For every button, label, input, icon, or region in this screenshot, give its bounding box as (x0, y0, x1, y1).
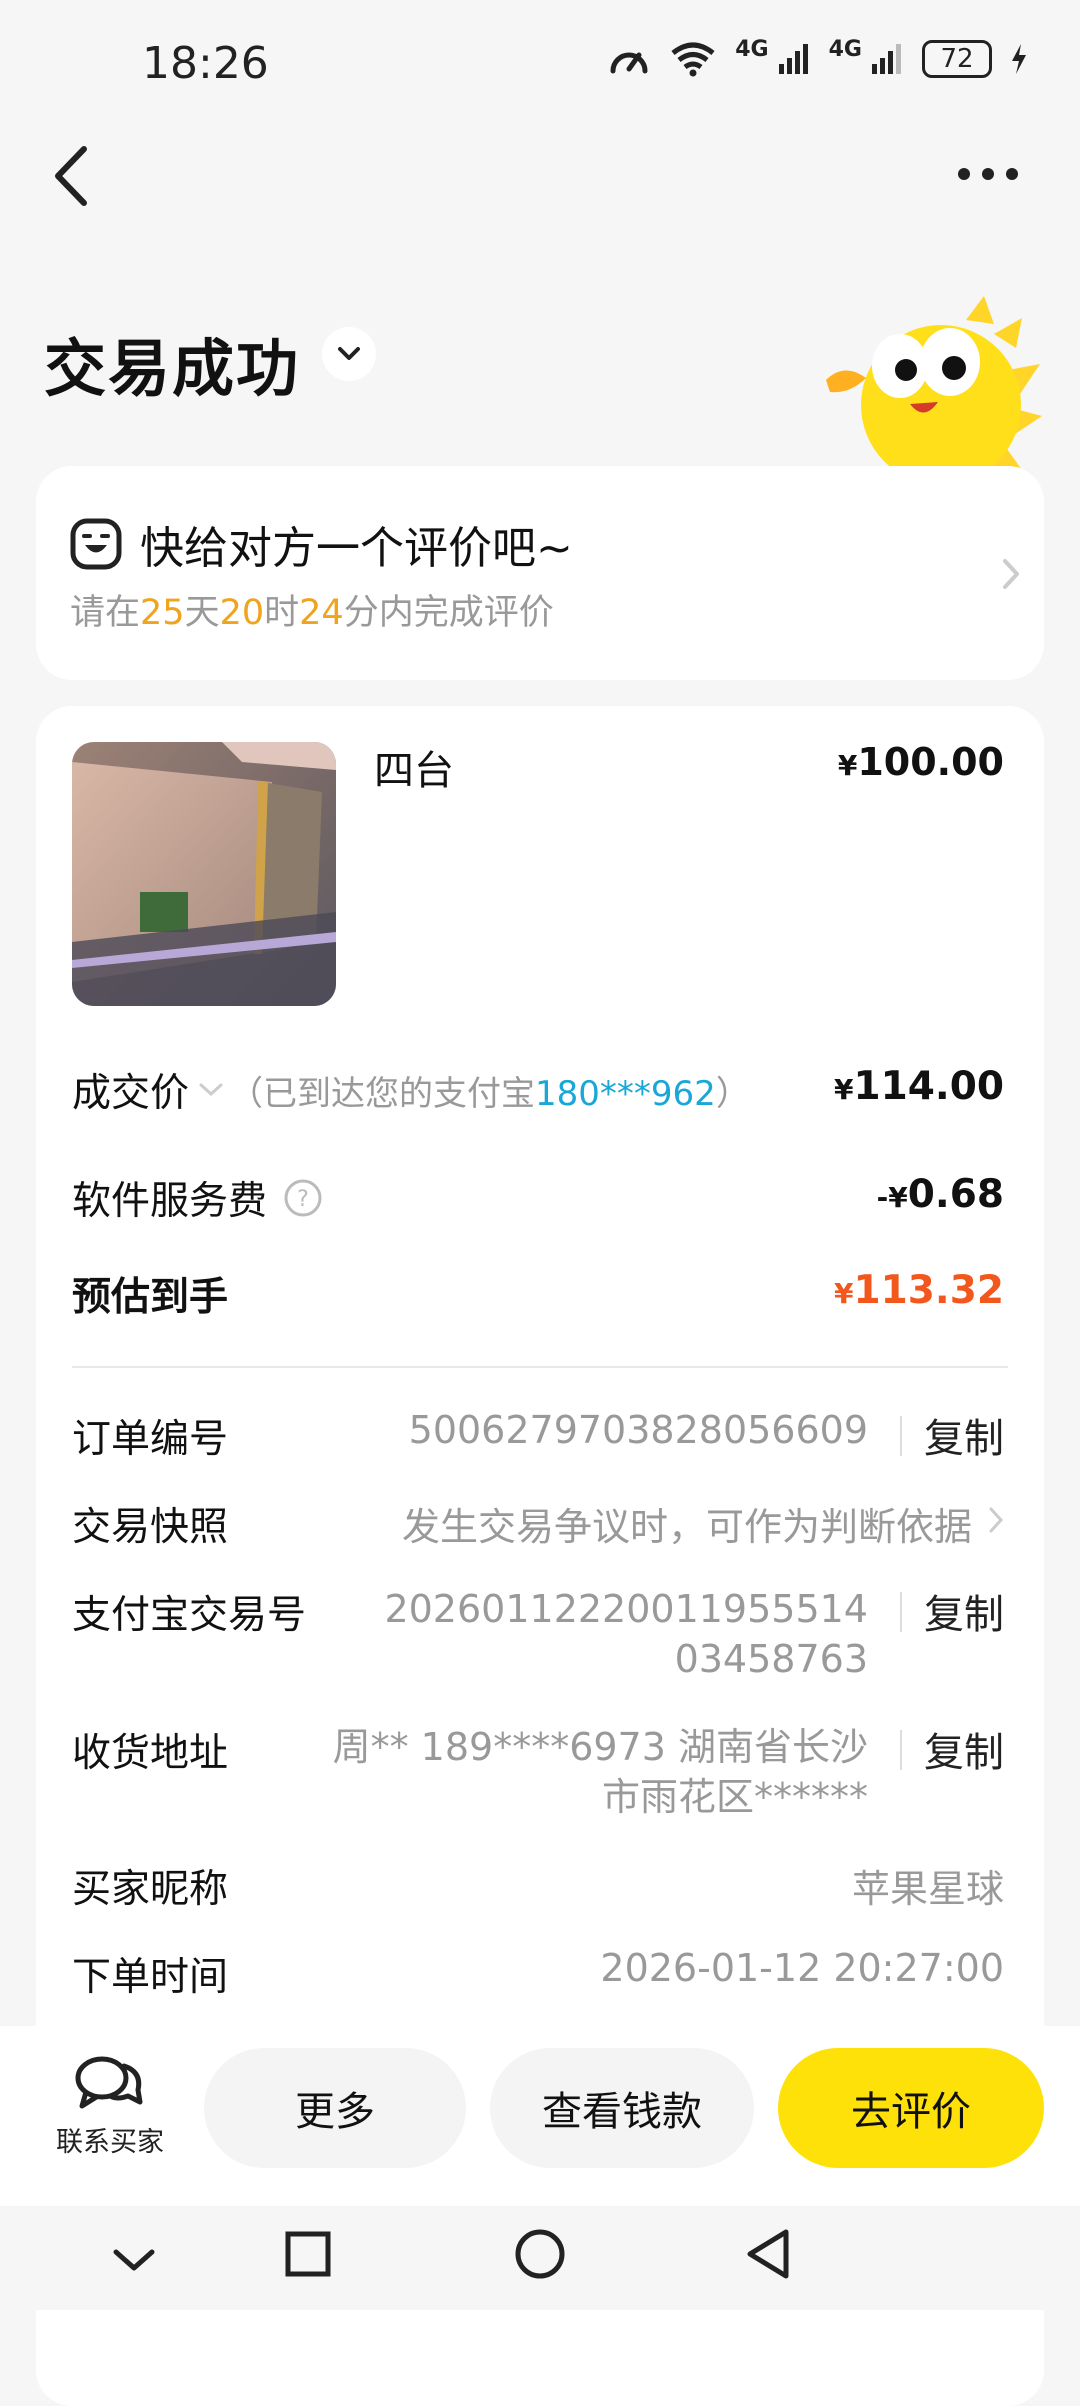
chat-bubble-icon (75, 2056, 143, 2109)
charging-icon (1012, 44, 1026, 74)
shipping-address-label: 收货地址 (72, 1731, 229, 1776)
back-arrow-icon (55, 146, 87, 206)
status-icons: 4G 4G 72 (607, 36, 1028, 78)
view-money-button[interactable]: 查看钱款 (490, 2048, 754, 2168)
nav-back-icon[interactable] (744, 2228, 792, 2280)
mascot-fish-icon (826, 296, 1042, 470)
snapshot-description[interactable]: 发生交易争议时，可作为判断依据 (402, 1496, 972, 1551)
network-label-1: 4G (735, 36, 769, 62)
contact-buyer-button[interactable]: 联系买家 (40, 2052, 180, 2159)
deal-note-prefix: （已到达您的支付宝 (229, 1073, 536, 1114)
speed-icon (610, 52, 648, 74)
nav-home-icon[interactable] (514, 2228, 566, 2280)
separator (900, 1592, 902, 1632)
service-fee-amount: 0.68 (907, 1172, 1004, 1217)
status-expand-button[interactable] (322, 327, 376, 381)
buyer-nickname-label: 买家昵称 (72, 1867, 229, 1912)
alipay-trade-line-2: 03458763 (674, 1637, 868, 1681)
help-icon[interactable]: ? (283, 1178, 323, 1218)
product-photo-graphic (72, 742, 336, 1006)
system-nav-bar (0, 2206, 1080, 2310)
address-line-2: 市雨花区****** (601, 1775, 868, 1819)
currency-symbol: ¥ (888, 1181, 908, 1214)
alipay-account-link[interactable]: 180***962 (535, 1074, 716, 1114)
alipay-trade-value: 20260112220011955514 03458763 (384, 1584, 868, 1684)
dot-icon (1006, 168, 1018, 180)
shipping-address-value: 周** 189****6973 湖南省长沙 市雨花区****** (333, 1722, 868, 1822)
more-options-button[interactable] (958, 168, 1018, 180)
copy-alipay-trade-button[interactable]: 复制 (924, 1582, 1004, 1640)
countdown-prefix: 请在 (70, 593, 141, 633)
chevron-down-icon (199, 1083, 223, 1097)
order-number-value: 5006279703828056609 (408, 1408, 868, 1452)
address-line-1: 周** 189****6973 湖南省长沙 (332, 1725, 868, 1769)
fee-sign: - (876, 1181, 889, 1214)
deal-price-label: 成交价 (72, 1071, 190, 1116)
order-number-label: 订单编号 (72, 1417, 229, 1462)
snapshot-label: 交易快照 (72, 1505, 229, 1550)
deal-price-note: （已到达您的支付宝180***962） (229, 1066, 750, 1115)
contact-buyer-label: 联系买家 (56, 2127, 164, 2158)
review-title: 快给对方一个评价吧~ (140, 523, 573, 574)
countdown-minutes: 24 (299, 593, 344, 633)
nav-recents-icon[interactable] (284, 2230, 332, 2278)
estimated-receive-amount: 113.32 (853, 1268, 1005, 1313)
alipay-trade-line-1: 20260112220011955514 (384, 1587, 868, 1631)
currency-symbol: ¥ (834, 1073, 854, 1106)
countdown-hours-unit: 时 (264, 593, 300, 633)
separator (900, 1416, 902, 1456)
nav-hide-icon[interactable] (112, 2246, 156, 2274)
separator (900, 1730, 902, 1770)
countdown-hours: 20 (219, 593, 265, 633)
product-image[interactable] (72, 742, 336, 1006)
service-fee-row: 软件服务费 ? (72, 1170, 323, 1226)
order-time-label: 下单时间 (72, 1955, 229, 2000)
deal-price-row[interactable]: 成交价 （已到达您的支付宝180***962） (72, 1062, 750, 1118)
estimated-receive-label: 预估到手 (72, 1275, 229, 1320)
more-button[interactable]: 更多 (204, 2048, 466, 2168)
currency-symbol: ¥ (837, 749, 858, 782)
countdown-suffix: 分内完成评价 (343, 593, 554, 633)
smiley-face-icon (70, 518, 122, 570)
network-label-2: 4G (828, 36, 862, 62)
go-review-button[interactable]: 去评价 (778, 2048, 1044, 2168)
deal-price-value: ¥114.00 (834, 1064, 1004, 1109)
signal-icon-1 (778, 44, 808, 74)
divider (72, 1366, 1008, 1368)
dot-icon (958, 168, 970, 180)
alipay-trade-label: 支付宝交易号 (72, 1593, 307, 1638)
service-fee-label: 软件服务费 (72, 1179, 268, 1224)
item-price-value: 100.00 (857, 740, 1004, 784)
battery-indicator: 72 (922, 40, 992, 78)
chevron-down-icon (338, 347, 360, 360)
service-fee-value: -¥0.68 (877, 1172, 1004, 1217)
order-time-value: 2026-01-12 20:27:00 (600, 1946, 1004, 1990)
countdown-days-unit: 天 (184, 593, 220, 633)
deal-price-amount: 114.00 (853, 1064, 1005, 1109)
currency-symbol: ¥ (834, 1277, 854, 1310)
back-button[interactable] (52, 145, 92, 211)
status-time: 18:26 (142, 38, 269, 89)
wifi-icon (671, 42, 715, 77)
countdown-days: 25 (140, 593, 185, 633)
item-name: 四台 (374, 748, 454, 794)
svg-text:?: ? (297, 1187, 309, 1212)
item-price: ¥100.00 (838, 740, 1004, 784)
review-countdown: 请在25天20时24分内完成评价 (70, 584, 554, 635)
review-prompt-card[interactable]: 快给对方一个评价吧~ 请在25天20时24分内完成评价 (36, 466, 1044, 680)
chevron-right-icon (989, 1507, 1004, 1533)
dot-icon (982, 168, 994, 180)
copy-address-button[interactable]: 复制 (924, 1720, 1004, 1778)
page-title: 交易成功 (44, 332, 301, 405)
chevron-right-icon (1003, 559, 1019, 589)
buyer-nickname-value: 苹果星球 (851, 1867, 1004, 1911)
estimated-receive-value: ¥113.32 (834, 1268, 1004, 1313)
copy-order-number-button[interactable]: 复制 (924, 1406, 1004, 1464)
deal-note-suffix: ） (715, 1073, 750, 1114)
signal-icon-2 (872, 44, 901, 74)
